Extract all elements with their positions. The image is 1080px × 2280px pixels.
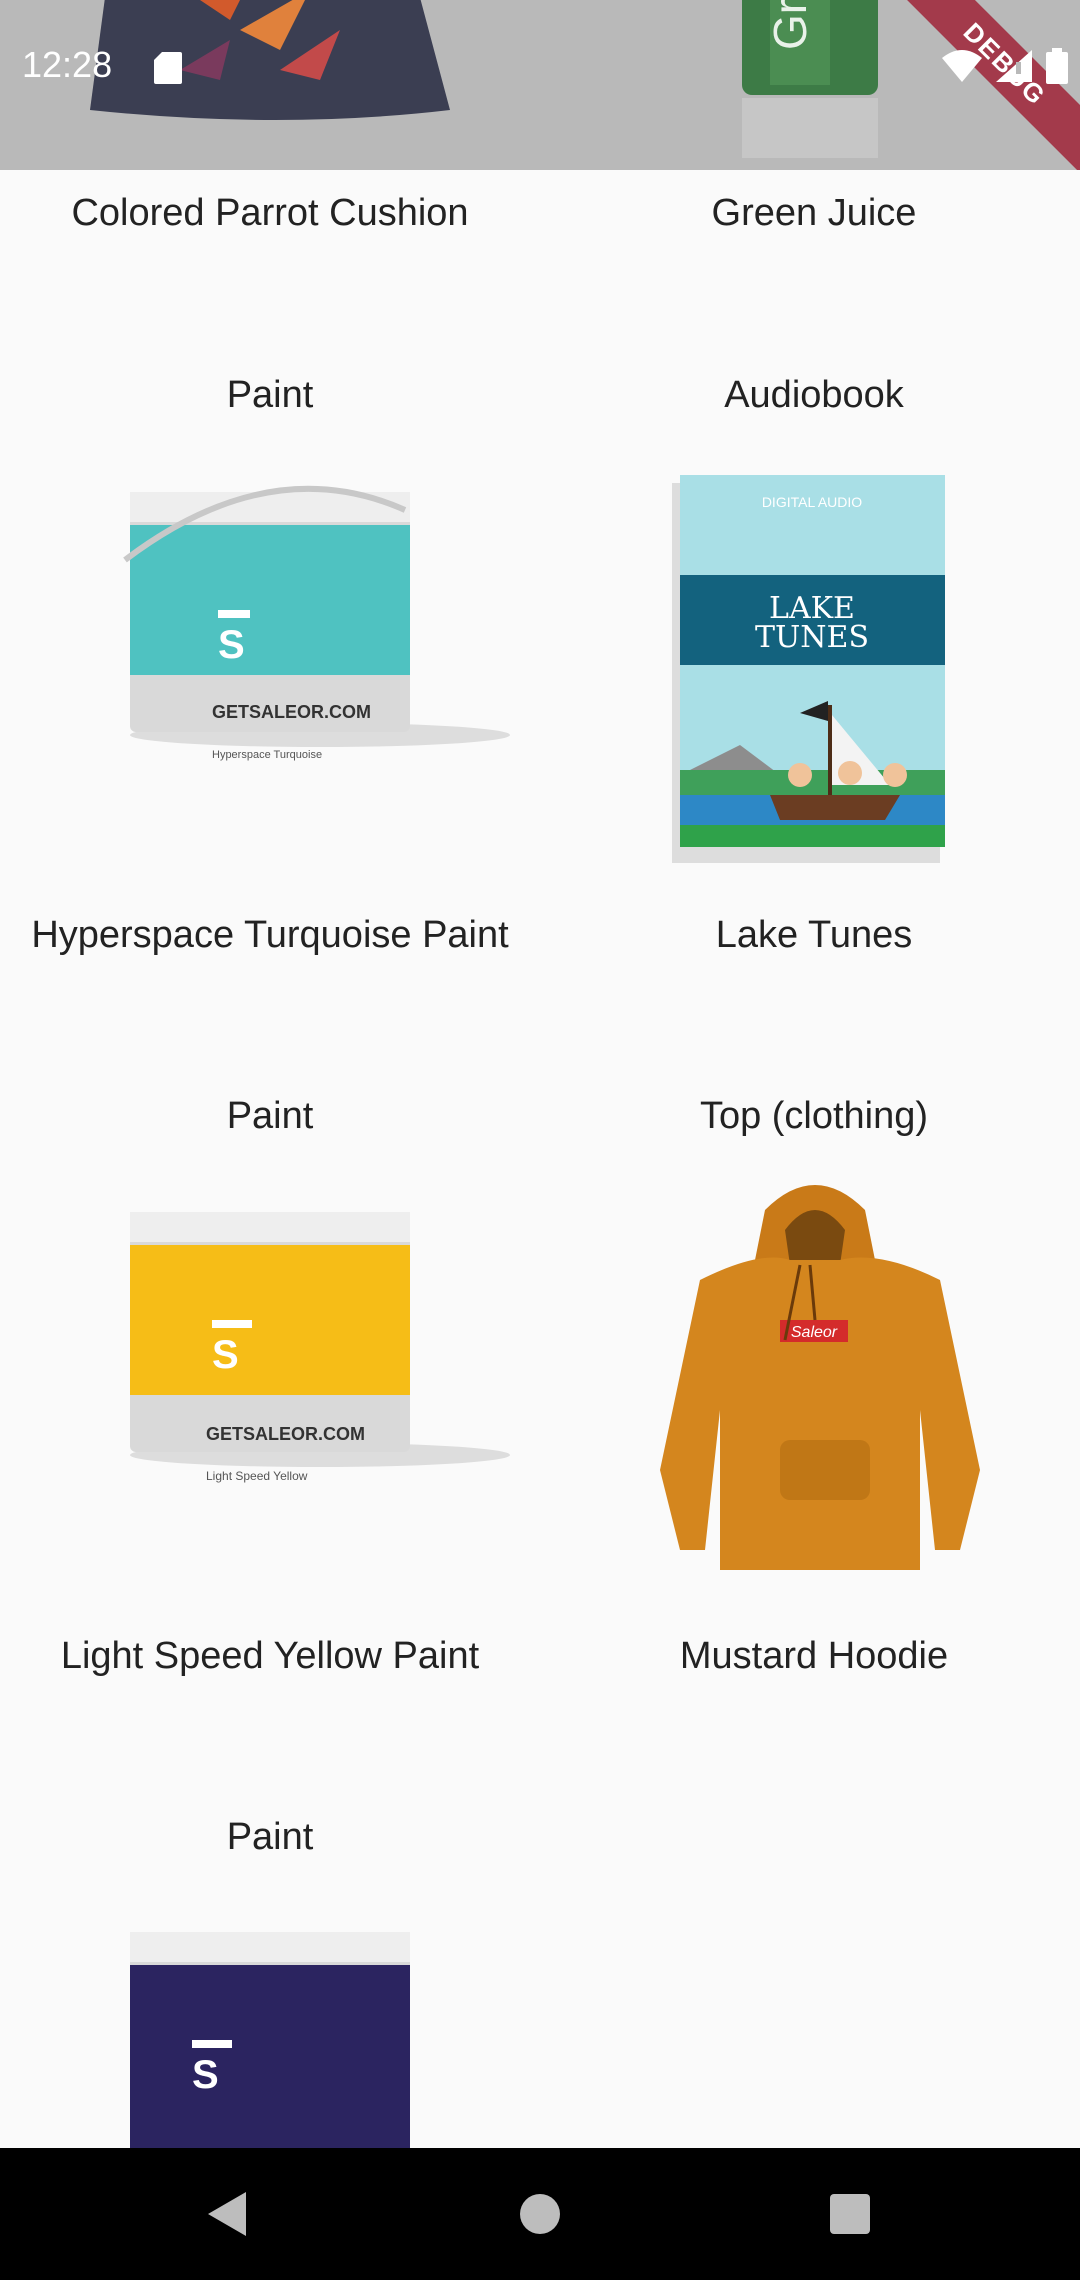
mustard-hoodie-image[interactable]: Saleor (620, 1170, 1040, 1610)
debug-banner: DEBUG (885, 0, 1080, 170)
product-name[interactable]: Mustard Hoodie (544, 1635, 1080, 1678)
hoodie-logo: Saleor (791, 1324, 838, 1341)
system-nav-bar (0, 2148, 1080, 2280)
cushion-image-peek (90, 0, 450, 120)
bucket-text: Hyperspace Turquoise (212, 749, 322, 761)
bucket-brand: GETSALEOR.COM (212, 702, 371, 722)
wifi-icon (942, 50, 982, 82)
bucket-text: Light Speed Yellow (206, 1469, 308, 1483)
product-category: Audiobook (724, 374, 904, 416)
bucket-color-band (130, 1245, 410, 1395)
product-name[interactable]: Light Speed Yellow Paint (0, 1635, 540, 1678)
recents-icon[interactable] (814, 2178, 886, 2250)
product-category: Paint (226, 1095, 314, 1137)
bucket-color-band (130, 525, 410, 675)
turquoise-paint-bucket-image[interactable]: S GETSALEOR.COM Hyperspace Turquoise (100, 470, 520, 790)
product-category: Paint (226, 374, 314, 416)
product-name[interactable]: Lake Tunes (544, 914, 1080, 957)
svg-text:Gr: Gr (764, 0, 816, 50)
battery-icon (1046, 48, 1068, 84)
status-bar: Gr 12:28 DEBUG (0, 0, 1080, 170)
product-category: Paint (226, 1816, 314, 1858)
sd-card-icon (154, 52, 182, 84)
svg-text:S: S (218, 623, 245, 667)
navy-paint-bucket-image[interactable]: S (100, 1910, 520, 2148)
bucket-brand: GETSALEOR.COM (206, 1424, 365, 1444)
product-name[interactable]: Colored Parrot Cushion (0, 192, 540, 235)
signal-icon (996, 50, 1032, 82)
svg-text:S: S (192, 2053, 219, 2097)
bucket-color-band (130, 1965, 410, 2148)
product-name[interactable]: Green Juice (544, 192, 1080, 235)
svg-text:S: S (212, 1333, 239, 1377)
lake-tunes-book-image[interactable]: DIGITAL AUDIO LAKE TUNES (660, 475, 960, 865)
product-category: Top (clothing) (699, 1095, 929, 1137)
product-grid: Colored Parrot Cushion Green Juice Paint… (0, 170, 1080, 2148)
home-icon[interactable] (504, 2178, 576, 2250)
book-title-line2: TUNES (755, 620, 869, 655)
product-name[interactable]: Hyperspace Turquoise Paint (0, 914, 540, 957)
book-header: DIGITAL AUDIO (762, 494, 862, 510)
status-time: 12:28 (22, 44, 113, 85)
yellow-paint-bucket-image[interactable]: S GETSALEOR.COM Light Speed Yellow (100, 1190, 520, 1510)
back-icon[interactable] (190, 2178, 262, 2250)
juice-image-peek: Gr (742, 0, 878, 158)
